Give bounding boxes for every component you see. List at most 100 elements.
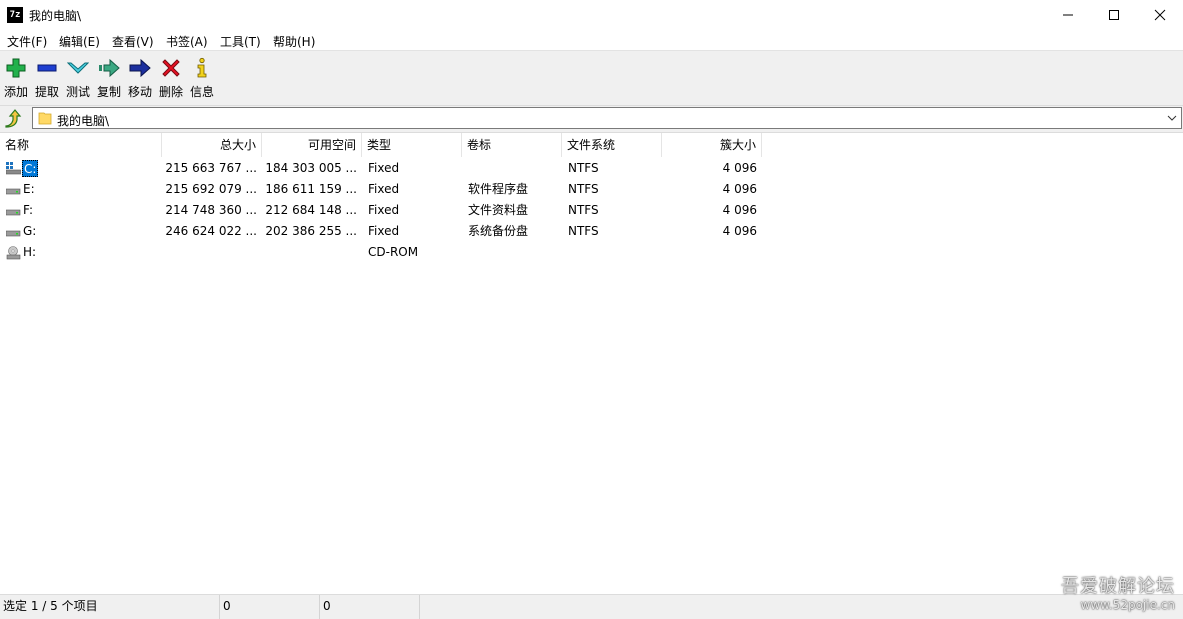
column-header-name[interactable]: 名称	[0, 133, 162, 157]
maximize-icon	[1109, 10, 1119, 20]
test-label: 测试	[65, 85, 90, 99]
folder-icon	[38, 112, 52, 125]
menu-edit[interactable]: 编辑(E)	[59, 33, 100, 50]
watermark-title: 吾爱破解论坛	[1061, 576, 1175, 597]
minimize-button[interactable]	[1045, 0, 1091, 30]
minus-icon	[37, 64, 57, 72]
copy-arrow-icon	[99, 58, 120, 78]
drive-name: C:	[22, 160, 39, 177]
copy-button[interactable]: 复制	[94, 55, 124, 101]
file-system: NTFS	[568, 161, 599, 175]
up-arrow-icon	[5, 109, 22, 128]
cluster-size: 4 096	[722, 203, 757, 217]
table-row[interactable]: G: 246 624 022 ... 202 386 255 ... Fixed…	[0, 221, 770, 242]
drive-name: E:	[23, 182, 35, 196]
drive-type: CD-ROM	[368, 245, 419, 259]
window-title: 我的电脑\	[29, 9, 82, 23]
watermark: 吾爱破解论坛 www.52pojie.cn	[1061, 572, 1175, 612]
delete-x-icon	[162, 59, 180, 77]
cd-drive-icon	[6, 246, 21, 260]
test-button[interactable]: 测试	[63, 55, 93, 101]
menu-file[interactable]: 文件(F)	[7, 33, 47, 50]
free-space	[262, 242, 357, 263]
file-system: NTFS	[568, 182, 599, 196]
menu-help[interactable]: 帮助(H)	[273, 33, 315, 50]
cluster-size: 4 096	[722, 161, 757, 175]
column-header-total-size[interactable]: 总大小	[162, 133, 262, 157]
column-header-file-system[interactable]: 文件系统	[562, 133, 662, 157]
total-size: 215 692 079 ...	[165, 182, 257, 196]
extract-label: 提取	[34, 85, 59, 99]
table-row[interactable]: C: 215 663 767 ... 184 303 005 ... Fixed…	[0, 158, 770, 179]
chevron-down-icon[interactable]	[1167, 113, 1177, 123]
hard-drive-icon	[6, 209, 21, 216]
copy-label: 复制	[96, 85, 121, 99]
cluster-size: 4 096	[722, 182, 757, 196]
checkmark-icon	[67, 62, 89, 74]
hard-drive-icon	[6, 188, 21, 195]
minimize-icon	[1063, 14, 1073, 16]
add-button[interactable]: 添加	[1, 55, 31, 101]
free-space: 184 303 005 ...	[265, 161, 357, 175]
address-bar: 我的电脑\	[0, 105, 1183, 132]
move-button[interactable]: 移动	[125, 55, 155, 101]
drive-name: G:	[23, 224, 37, 238]
file-system: NTFS	[568, 224, 599, 238]
free-space: 202 386 255 ...	[265, 224, 357, 238]
plus-icon	[6, 58, 26, 78]
watermark-url: www.52pojie.cn	[1080, 598, 1175, 612]
info-label: 信息	[189, 85, 214, 99]
info-button[interactable]: 信息	[187, 55, 217, 101]
close-icon	[1154, 9, 1166, 21]
free-space: 186 611 159 ...	[265, 182, 357, 196]
title-bar: 7z 我的电脑\	[0, 0, 1183, 30]
drive-type: Fixed	[368, 224, 400, 238]
table-row[interactable]: E: 215 692 079 ... 186 611 159 ... Fixed…	[0, 179, 770, 200]
volume-label	[468, 158, 558, 179]
app-icon: 7z	[7, 7, 23, 23]
column-header-type[interactable]: 类型	[362, 133, 462, 157]
file-system: NTFS	[568, 203, 599, 217]
info-icon	[197, 57, 207, 78]
menu-view[interactable]: 查看(V)	[112, 33, 154, 50]
column-header-label[interactable]: 卷标	[462, 133, 562, 157]
close-button[interactable]	[1137, 0, 1183, 30]
hard-drive-icon	[6, 230, 21, 237]
column-header-cluster-size[interactable]: 簇大小	[662, 133, 762, 157]
move-label: 移动	[127, 85, 152, 99]
status-bar: 选定 1 / 5 个项目 0 0	[0, 594, 1183, 619]
free-space: 212 684 148 ...	[265, 203, 357, 217]
up-folder-button[interactable]	[2, 108, 26, 130]
drive-type: Fixed	[368, 161, 400, 175]
table-row[interactable]: F: 214 748 360 ... 212 684 148 ... Fixed…	[0, 200, 770, 221]
volume-label: 系统备份盘	[468, 224, 529, 238]
extract-button[interactable]: 提取	[32, 55, 62, 101]
file-list[interactable]: 名称 总大小 可用空间 类型 卷标 文件系统 簇大小 C: 215 663 76…	[0, 132, 1183, 595]
delete-button[interactable]: 删除	[156, 55, 186, 101]
selection-status: 选定 1 / 5 个项目	[0, 595, 220, 619]
address-field[interactable]: 我的电脑\	[32, 107, 1182, 129]
total-size: 246 624 022 ...	[165, 224, 257, 238]
cluster-size: 4 096	[722, 224, 757, 238]
selected-size: 0	[220, 595, 320, 619]
volume-label: 文件资料盘	[468, 203, 529, 217]
drive-type: Fixed	[368, 203, 400, 217]
menu-bar: 文件(F) 编辑(E) 查看(V) 书签(A) 工具(T) 帮助(H)	[0, 30, 1183, 50]
column-header-free-space[interactable]: 可用空间	[262, 133, 362, 157]
packed-size: 0	[320, 595, 420, 619]
file-system	[568, 242, 658, 263]
drive-name: F:	[23, 203, 34, 217]
volume-label	[468, 242, 558, 263]
menu-bookmarks[interactable]: 书签(A)	[166, 33, 208, 50]
total-size: 215 663 767 ...	[165, 161, 257, 175]
drive-name: H:	[23, 245, 37, 259]
maximize-button[interactable]	[1091, 0, 1137, 30]
add-label: 添加	[3, 85, 28, 99]
table-row[interactable]: H: CD-ROM	[0, 242, 770, 263]
menu-tools[interactable]: 工具(T)	[220, 33, 261, 50]
cluster-size	[662, 242, 757, 263]
volume-label: 软件程序盘	[468, 182, 529, 196]
system-drive-icon	[6, 162, 21, 175]
delete-label: 删除	[158, 85, 183, 99]
total-size	[162, 242, 257, 263]
